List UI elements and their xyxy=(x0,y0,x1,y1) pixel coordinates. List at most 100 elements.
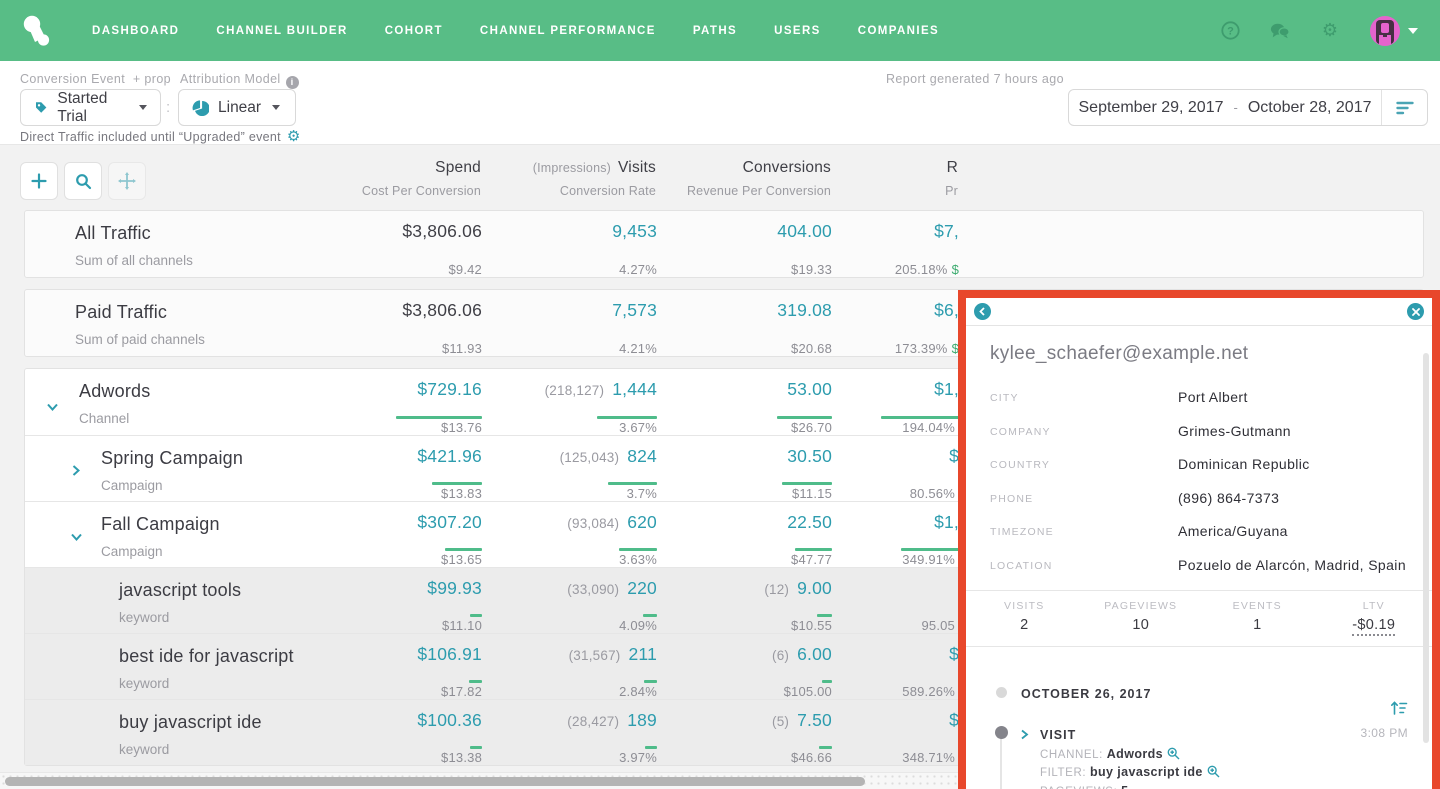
chat-bubbles-icon[interactable] xyxy=(1270,21,1290,41)
svg-text:?: ? xyxy=(1227,25,1234,37)
date-range-start: September 29, 2017 xyxy=(1079,99,1224,117)
row-type: Campaign xyxy=(101,478,312,493)
user-stats: VISITS2 PAGEVIEWS10 EVENTS1 LTV-$0.19 xyxy=(966,591,1432,646)
chevron-down-icon[interactable] xyxy=(70,530,83,548)
panel-scrollbar[interactable] xyxy=(1423,353,1429,743)
column-spend[interactable]: Spend Cost Per Conversion xyxy=(311,159,481,198)
nav-item-paths[interactable]: PATHS xyxy=(693,25,737,37)
nav-item-dashboard[interactable]: DASHBOARD xyxy=(92,25,179,37)
sort-ascending-icon[interactable] xyxy=(1390,699,1408,721)
stat-label: PAGEVIEWS xyxy=(1083,600,1200,612)
table-row[interactable]: All TrafficSum of all channels $3,806.06… xyxy=(25,211,1423,277)
avatar[interactable] xyxy=(1370,16,1400,46)
pie-chart-icon xyxy=(192,99,209,116)
row-name[interactable]: best ide for javascript xyxy=(119,646,312,667)
stat-value-ltv[interactable]: -$0.19 xyxy=(1352,617,1395,636)
zoom-in-icon[interactable] xyxy=(1167,751,1180,763)
attribution-model-dropdown[interactable]: Linear xyxy=(178,89,296,126)
row-name: Paid Traffic xyxy=(75,302,312,323)
activity-timeline: OCTOBER 26, 2017 VISIT 3:08 PM CHANNEL: … xyxy=(966,687,1432,789)
detail-label: LOCATION xyxy=(990,557,1178,573)
detail-value: America/Guyana xyxy=(1178,523,1288,539)
row-type: Sum of paid channels xyxy=(75,332,312,347)
row-type: Sum of all channels xyxy=(75,253,312,268)
chevron-down-icon[interactable] xyxy=(46,400,59,418)
conversion-event-dropdown[interactable]: Started Trial xyxy=(20,89,161,126)
dropdown-separator: : xyxy=(166,99,170,116)
row-name[interactable]: Fall Campaign xyxy=(101,514,312,535)
row-name[interactable]: Adwords xyxy=(79,381,312,402)
detail-label: COUNTRY xyxy=(990,456,1178,472)
timeline-dot xyxy=(995,726,1008,739)
conversion-event-label: Conversion Event + prop xyxy=(20,72,171,86)
info-icon[interactable]: i xyxy=(286,76,299,89)
row-type: Channel xyxy=(79,411,312,426)
visit-title: VISIT xyxy=(1040,728,1076,742)
timeline-date: OCTOBER 26, 2017 xyxy=(966,687,1432,701)
tag-icon xyxy=(34,99,48,116)
nav-item-companies[interactable]: COMPANIES xyxy=(858,25,939,37)
detail-label: COMPANY xyxy=(990,423,1178,439)
filter-lines-icon[interactable] xyxy=(1381,90,1427,125)
stat-value: 2 xyxy=(966,617,1083,633)
date-range-end: October 28, 2017 xyxy=(1248,99,1372,117)
top-nav: DASHBOARD CHANNEL BUILDER COHORT CHANNEL… xyxy=(0,0,1440,61)
direct-traffic-note: Direct Traffic included until “Upgraded”… xyxy=(20,129,301,144)
search-button[interactable] xyxy=(64,162,102,200)
attribution-model-label: Attribution Modeli xyxy=(180,72,299,89)
timeline-dot xyxy=(996,687,1007,698)
table-header: Spend Cost Per Conversion (Impressions)V… xyxy=(24,159,1440,198)
attribution-model-value: Linear xyxy=(218,99,261,117)
horizontal-scrollbar[interactable] xyxy=(0,772,958,789)
caret-down-icon xyxy=(139,105,147,110)
user-details: CITYPort Albert COMPANYGrimes-Gutmann CO… xyxy=(966,389,1432,573)
stat-value: 10 xyxy=(1083,617,1200,633)
row-type: keyword xyxy=(119,742,312,757)
row-name[interactable]: buy javascript ide xyxy=(119,712,312,733)
detail-value: Dominican Republic xyxy=(1178,456,1310,472)
table-toolbar xyxy=(20,162,146,200)
column-conversions[interactable]: Conversions Revenue Per Conversion xyxy=(656,159,831,198)
stat-label: VISITS xyxy=(966,600,1083,612)
account-menu[interactable] xyxy=(1370,16,1418,46)
horizontal-scrollbar-thumb[interactable] xyxy=(5,777,865,786)
stat-label: EVENTS xyxy=(1199,600,1316,612)
date-range-picker[interactable]: September 29, 2017 - October 28, 2017 xyxy=(1068,89,1428,126)
add-button[interactable] xyxy=(20,162,58,200)
channel-performance-table: Spend Cost Per Conversion (Impressions)V… xyxy=(0,145,1440,789)
nav-item-users[interactable]: USERS xyxy=(774,25,821,37)
nav-item-channel-performance[interactable]: CHANNEL PERFORMANCE xyxy=(480,25,656,37)
user-detail-panel: kylee_schaefer@example.net CITYPort Albe… xyxy=(958,290,1440,789)
row-name[interactable]: javascript tools xyxy=(119,580,312,601)
add-prop-link[interactable]: + prop xyxy=(133,72,171,86)
help-icon[interactable]: ? xyxy=(1220,21,1240,41)
move-button[interactable] xyxy=(108,162,146,200)
nav-menu: DASHBOARD CHANNEL BUILDER COHORT CHANNEL… xyxy=(92,25,939,37)
stat-label: LTV xyxy=(1316,600,1433,612)
chevron-right-icon[interactable] xyxy=(1020,727,1029,745)
close-icon[interactable] xyxy=(1407,303,1424,320)
detail-value: Port Albert xyxy=(1178,389,1248,405)
timeline-visit[interactable]: VISIT 3:08 PM CHANNEL: Adwords FILTER: b… xyxy=(966,726,1432,789)
gear-icon[interactable]: ⚙ xyxy=(287,129,301,144)
row-name[interactable]: Spring Campaign xyxy=(101,448,312,469)
nav-item-channel-builder[interactable]: CHANNEL BUILDER xyxy=(216,25,347,37)
app-logo-icon[interactable] xyxy=(22,15,52,47)
column-visits[interactable]: (Impressions)Visits Conversion Rate xyxy=(481,159,656,198)
user-email: kylee_schaefer@example.net xyxy=(966,326,1432,365)
caret-down-icon xyxy=(272,105,280,110)
chevron-down-icon xyxy=(1408,28,1418,34)
chevron-right-icon[interactable] xyxy=(70,464,82,482)
detail-label: CITY xyxy=(990,389,1178,405)
column-revenue[interactable]: R Pr xyxy=(831,159,958,198)
detail-value: Grimes-Gutmann xyxy=(1178,423,1291,439)
nav-item-cohort[interactable]: COHORT xyxy=(385,25,443,37)
detail-value: Pozuelo de Alarcón, Madrid, Spain xyxy=(1178,557,1406,573)
report-generated-label: Report generated 7 hours ago xyxy=(886,72,1064,86)
back-button[interactable] xyxy=(974,303,991,320)
report-controls: Conversion Event + prop Attribution Mode… xyxy=(0,61,1440,145)
zoom-in-icon[interactable] xyxy=(1207,769,1220,781)
panel-header xyxy=(966,298,1432,326)
gear-icon[interactable]: ⚙ xyxy=(1320,21,1340,41)
row-type: keyword xyxy=(119,676,312,691)
